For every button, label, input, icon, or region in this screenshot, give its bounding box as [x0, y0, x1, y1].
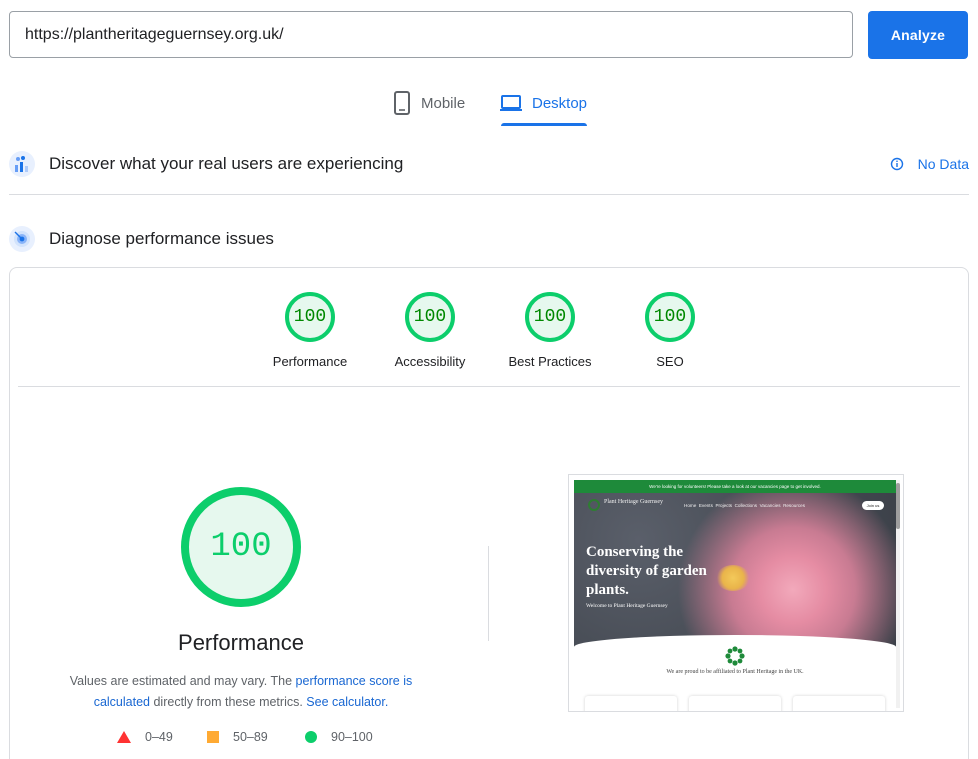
flower-emblem-icon	[724, 645, 746, 667]
screenshot-logo-text: Plant Heritage Guernsey	[604, 499, 663, 505]
screenshot-banner: We're looking for volunteers! Please tak…	[574, 480, 896, 493]
page-screenshot[interactable]: We're looking for volunteers! Please tak…	[568, 474, 904, 712]
info-icon	[890, 157, 904, 171]
legend-range: 50–89	[233, 730, 268, 744]
leaf-logo-icon	[588, 499, 600, 511]
screenshot-nav: Home Events Projects Collections Vacanci…	[684, 503, 805, 508]
diagnose-title: Diagnose performance issues	[49, 229, 274, 248]
score-ring: 100	[645, 292, 695, 342]
screenshot-scroll-thumb	[896, 483, 900, 529]
score-ring: 100	[525, 292, 575, 342]
users-chart-icon	[9, 151, 35, 177]
legend-range: 0–49	[145, 730, 173, 744]
legend-range: 90–100	[331, 730, 373, 744]
analyze-button[interactable]: Analyze	[868, 11, 968, 59]
device-tabs: Mobile Desktop	[0, 80, 978, 128]
score-gauges: 100 Performance 100 Accessibility 100 Be…	[10, 292, 968, 372]
divider	[18, 386, 960, 387]
square-icon	[207, 731, 219, 743]
screenshot-welcome: Welcome to Plant Heritage Guernsey	[586, 603, 668, 609]
gauge-best-practices[interactable]: 100 Best Practices	[490, 292, 610, 369]
screenshot-join-button: Join us	[862, 501, 884, 510]
gauge-label: Best Practices	[508, 354, 592, 369]
score-legend: 0–49 50–89 90–100	[117, 730, 377, 750]
desc-text: Values are estimated and may vary. The	[69, 674, 296, 688]
nav-item: Vacancies	[759, 503, 781, 508]
nav-item: Home	[684, 503, 697, 508]
nav-item: Collections	[734, 503, 758, 508]
performance-score-gauge: 100	[181, 487, 301, 607]
triangle-icon	[117, 731, 131, 743]
divider	[9, 194, 969, 195]
vertical-divider	[488, 546, 489, 641]
tab-mobile[interactable]: Mobile	[393, 80, 465, 126]
screenshot-headline: Conserving the diversity of garden plant…	[586, 544, 707, 598]
gauge-performance[interactable]: 100 Performance	[250, 292, 370, 369]
diagnose-section: Diagnose performance issues	[9, 222, 969, 256]
url-input-value: https://plantheritageguernsey.org.uk/	[25, 25, 284, 43]
circle-icon	[305, 731, 317, 743]
gauge-label: SEO	[656, 354, 684, 369]
nav-item: Events	[698, 503, 713, 508]
gauge-accessibility[interactable]: 100 Accessibility	[370, 292, 490, 369]
score-ring: 100	[285, 292, 335, 342]
screenshot-affiliated-text: We are proud to be affiliated to Plant H…	[666, 669, 804, 675]
performance-description: Values are estimated and may vary. The p…	[61, 671, 421, 713]
screenshot-card	[689, 696, 781, 711]
field-data-section: Discover what your real users are experi…	[9, 147, 969, 181]
no-data-link[interactable]: No Data	[890, 147, 969, 181]
laptop-icon	[500, 94, 522, 112]
screenshot-card	[793, 696, 885, 711]
legend-average: 50–89	[207, 730, 268, 744]
legend-pass: 90–100	[305, 730, 373, 744]
gauge-label: Performance	[272, 354, 348, 369]
screenshot-hero: Plant Heritage Guernsey Home Events Proj…	[574, 493, 896, 649]
field-data-title: Discover what your real users are experi…	[49, 154, 404, 173]
tab-desktop[interactable]: Desktop	[500, 80, 588, 126]
gauge-label: Accessibility	[394, 354, 466, 369]
nav-item: Resources	[783, 503, 806, 508]
no-data-label: No Data	[917, 156, 969, 172]
report-panel: 100 Performance 100 Accessibility 100 Be…	[9, 267, 969, 759]
see-calculator-link[interactable]: See calculator.	[306, 695, 388, 709]
tab-desktop-label: Desktop	[532, 94, 588, 112]
performance-title: Performance	[178, 630, 304, 655]
score-ring: 100	[405, 292, 455, 342]
phone-icon	[393, 91, 411, 115]
gauge-seo[interactable]: 100 SEO	[610, 292, 730, 369]
screenshot-card	[585, 696, 677, 711]
legend-fail: 0–49	[117, 730, 173, 744]
tab-mobile-label: Mobile	[421, 94, 466, 112]
nav-item: Projects	[715, 503, 733, 508]
radar-icon	[9, 226, 35, 252]
desc-text: directly from these metrics.	[150, 695, 307, 709]
url-input[interactable]: https://plantheritageguernsey.org.uk/	[9, 11, 853, 58]
